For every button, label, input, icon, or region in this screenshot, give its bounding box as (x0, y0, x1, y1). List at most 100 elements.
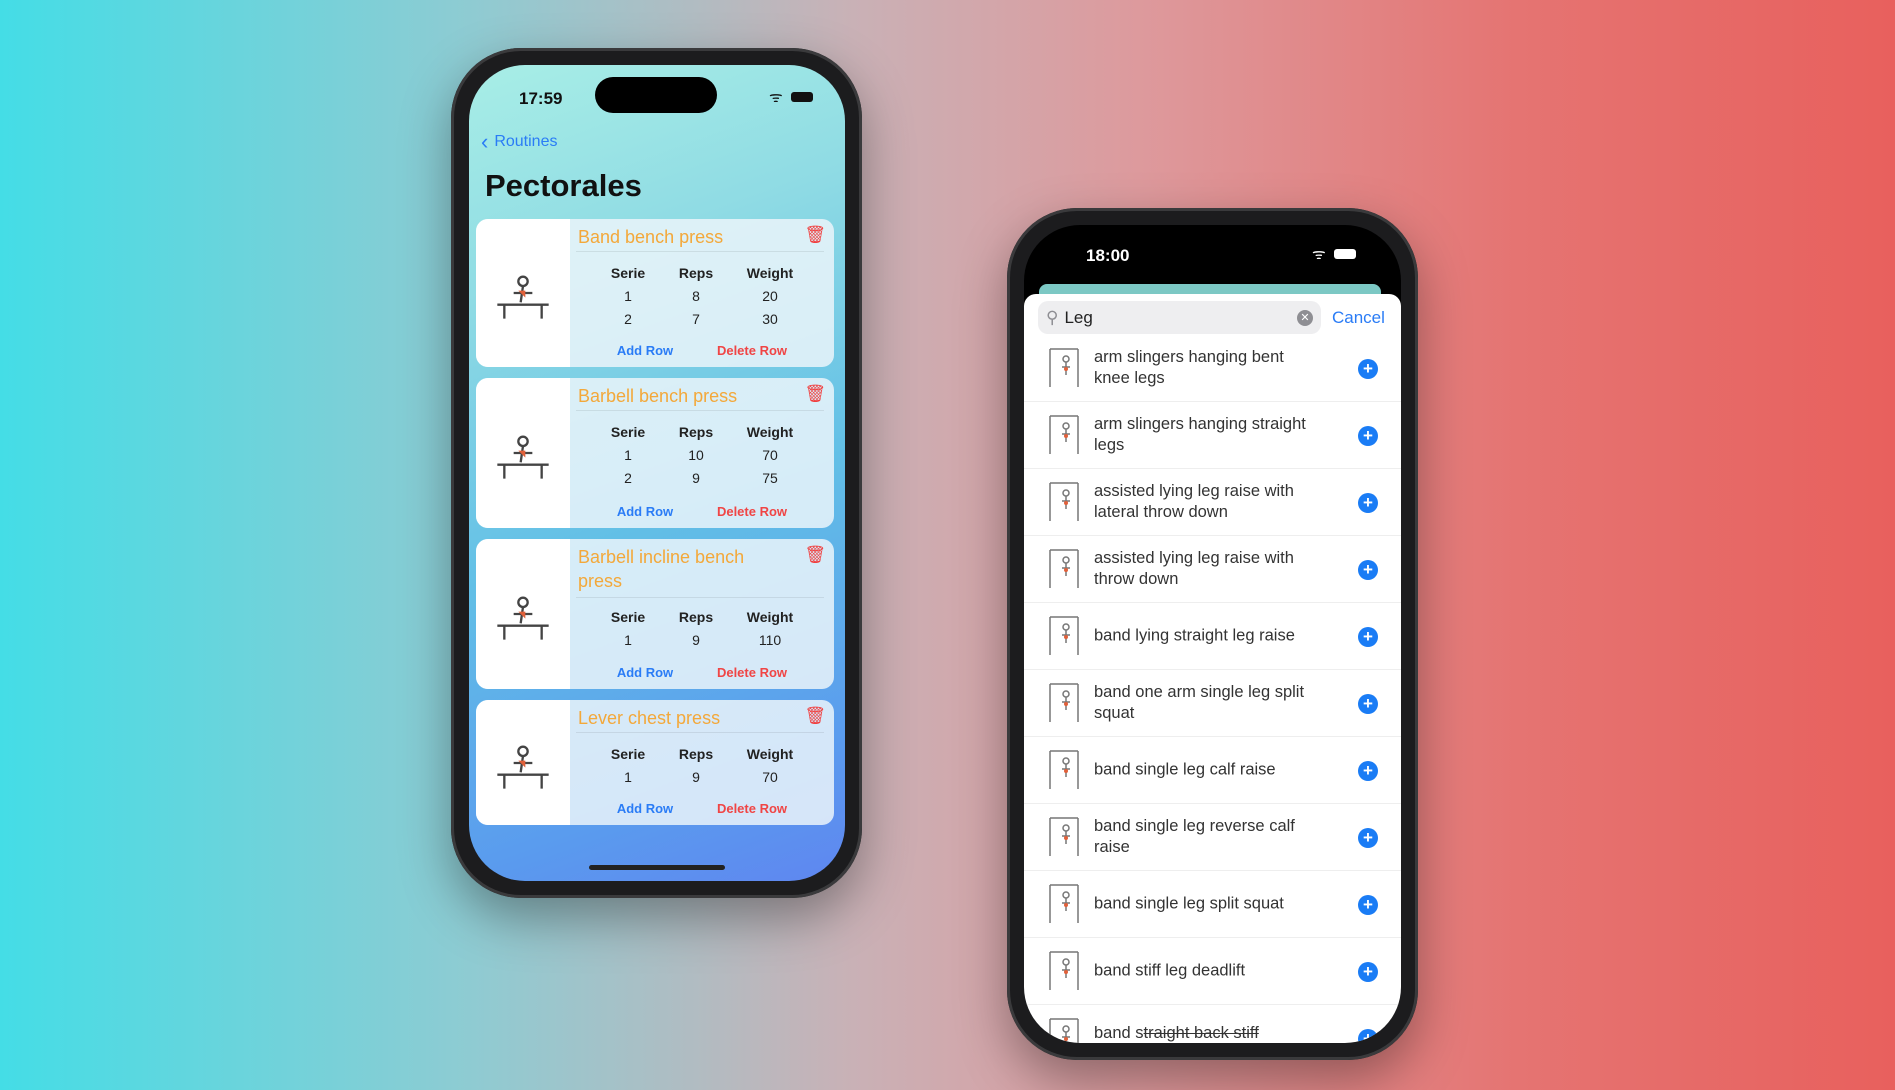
page-title: Pectorales (485, 168, 642, 203)
exercise-result-row[interactable]: band single leg reverse calf raise + (1024, 804, 1401, 871)
exercise-name: assisted lying leg raise with lateral th… (1094, 482, 1294, 521)
exercise-name: band single leg calf raise (1094, 760, 1276, 779)
divider (576, 410, 824, 411)
wifi-icon: ᯤ (1312, 246, 1326, 263)
delete-row-button[interactable]: Delete Row (702, 801, 802, 816)
exercise-card: Band bench press 🗑 Serie Reps Weight 1 8 20 2 7… (476, 219, 834, 367)
set-cell[interactable]: 9 (661, 769, 731, 785)
add-exercise-plus-icon[interactable]: + (1358, 560, 1378, 580)
delete-row-button[interactable]: Delete Row (702, 665, 802, 680)
delete-row-button[interactable]: Delete Row (702, 343, 802, 358)
back-button[interactable]: ‹ Routines (481, 129, 557, 155)
set-cell[interactable]: 110 (735, 632, 805, 648)
exercise-result-row[interactable]: band one arm single leg split squat + (1024, 670, 1401, 737)
add-exercise-plus-icon[interactable]: + (1358, 895, 1378, 915)
exercise-name: band single leg reverse calf raise (1094, 817, 1295, 856)
set-cell[interactable]: 2 (593, 470, 663, 486)
battery-icon (791, 92, 813, 102)
exercise-title: Lever chest press (578, 708, 721, 728)
add-exercise-plus-icon[interactable]: + (1358, 828, 1378, 848)
set-cell[interactable]: 70 (735, 769, 805, 785)
add-exercise-plus-icon[interactable]: + (1358, 694, 1378, 714)
exercise-result-row[interactable]: band single leg split squat + (1024, 871, 1401, 938)
search-input[interactable]: ⚲ Leg ✕ (1038, 301, 1321, 334)
exercise-title: Barbell bench press (578, 386, 738, 406)
add-row-button[interactable]: Add Row (595, 343, 695, 358)
left-phone: 17:59 ᯤ ‹ Routines Pectorales Band bench … (451, 48, 862, 898)
set-cell[interactable]: 10 (661, 447, 731, 463)
exercise-thumbnail (1044, 680, 1084, 726)
delete-row-button[interactable]: Delete Row (702, 504, 802, 519)
column-header: Serie (610, 424, 646, 440)
column-header: Serie (610, 746, 646, 762)
column-header: Reps (678, 265, 714, 281)
column-header: Serie (610, 609, 646, 625)
search-screen: 18:00 ᯤ ⚲ Leg ✕ Cancel arm slingers hang… (1024, 225, 1401, 1043)
set-cell[interactable]: 30 (735, 311, 805, 327)
exercise-thumbnail (1044, 613, 1084, 659)
exercise-thumbnail (1044, 814, 1084, 860)
exercise-thumbnail (1044, 546, 1084, 592)
exercise-card: Lever chest press 🗑 Serie Reps Weight 1 9 70 A… (476, 700, 834, 825)
cancel-button[interactable]: Cancel (1332, 308, 1385, 328)
column-header: Reps (678, 424, 714, 440)
exercise-thumbnail (1044, 1015, 1084, 1043)
exercise-name: band single leg split squat (1094, 894, 1284, 913)
exercise-result-row[interactable]: arm slingers hanging straight legs + (1024, 402, 1401, 469)
add-row-button[interactable]: Add Row (595, 801, 695, 816)
set-cell[interactable]: 70 (735, 447, 805, 463)
exercise-image (476, 219, 570, 367)
column-header: Weight (746, 609, 794, 625)
exercise-name: band straight back stiff (1094, 1023, 1324, 1043)
add-row-button[interactable]: Add Row (595, 665, 695, 680)
clear-search-icon[interactable]: ✕ (1297, 309, 1313, 326)
column-header: Weight (746, 746, 794, 762)
set-cell[interactable]: 1 (593, 447, 663, 463)
add-exercise-plus-icon[interactable]: + (1358, 493, 1378, 513)
exercise-result-row[interactable]: band stiff leg deadlift + (1024, 938, 1401, 1005)
add-exercise-plus-icon[interactable]: + (1358, 761, 1378, 781)
exercise-thumbnail (1044, 412, 1084, 458)
exercise-result-row[interactable]: assisted lying leg raise with lateral th… (1024, 469, 1401, 536)
exercise-image (476, 539, 570, 689)
set-cell[interactable]: 1 (593, 769, 663, 785)
trash-icon[interactable]: 🗑 (804, 225, 826, 245)
exercise-name: band stiff leg deadlift (1094, 961, 1246, 980)
set-cell[interactable]: 8 (661, 288, 731, 304)
home-indicator (589, 865, 725, 870)
exercise-thumbnail (1044, 479, 1084, 525)
status-time: 18:00 (1086, 246, 1130, 265)
trash-icon[interactable]: 🗑 (804, 706, 826, 726)
set-cell[interactable]: 1 (593, 288, 663, 304)
exercise-thumbnail (1044, 747, 1084, 793)
exercise-card: Barbell incline bench press 🗑 Serie Reps W… (476, 539, 834, 689)
search-value: Leg (1064, 307, 1093, 327)
divider (576, 597, 824, 598)
status-time: 17:59 (519, 89, 563, 108)
add-exercise-plus-icon[interactable]: + (1358, 426, 1378, 446)
divider (576, 251, 824, 252)
set-cell[interactable]: 9 (661, 632, 731, 648)
add-row-button[interactable]: Add Row (595, 504, 695, 519)
trash-icon[interactable]: 🗑 (804, 384, 826, 404)
exercise-result-row[interactable]: band straight back stiff + (1024, 1005, 1401, 1043)
add-exercise-plus-icon[interactable]: + (1358, 627, 1378, 647)
set-cell[interactable]: 2 (593, 311, 663, 327)
set-cell[interactable]: 20 (735, 288, 805, 304)
add-exercise-plus-icon[interactable]: + (1358, 1029, 1378, 1043)
set-cell[interactable]: 7 (661, 311, 731, 327)
set-cell[interactable]: 75 (735, 470, 805, 486)
set-cell[interactable]: 9 (661, 470, 731, 486)
add-exercise-plus-icon[interactable]: + (1358, 359, 1378, 379)
trash-icon[interactable]: 🗑 (804, 545, 826, 565)
search-sheet: ⚲ Leg ✕ Cancel arm slingers hanging bent… (1024, 294, 1401, 1043)
exercise-result-row[interactable]: band single leg calf raise + (1024, 737, 1401, 804)
exercise-image (476, 700, 570, 825)
add-exercise-plus-icon[interactable]: + (1358, 962, 1378, 982)
exercise-name: band one arm single leg split squat (1094, 683, 1305, 722)
set-cell[interactable]: 1 (593, 632, 663, 648)
exercise-result-row[interactable]: assisted lying leg raise with throw down… (1024, 536, 1401, 603)
wifi-icon: ᯤ (769, 89, 783, 106)
exercise-result-row[interactable]: arm slingers hanging bent knee legs + (1024, 335, 1401, 402)
exercise-result-row[interactable]: band lying straight leg raise + (1024, 603, 1401, 670)
